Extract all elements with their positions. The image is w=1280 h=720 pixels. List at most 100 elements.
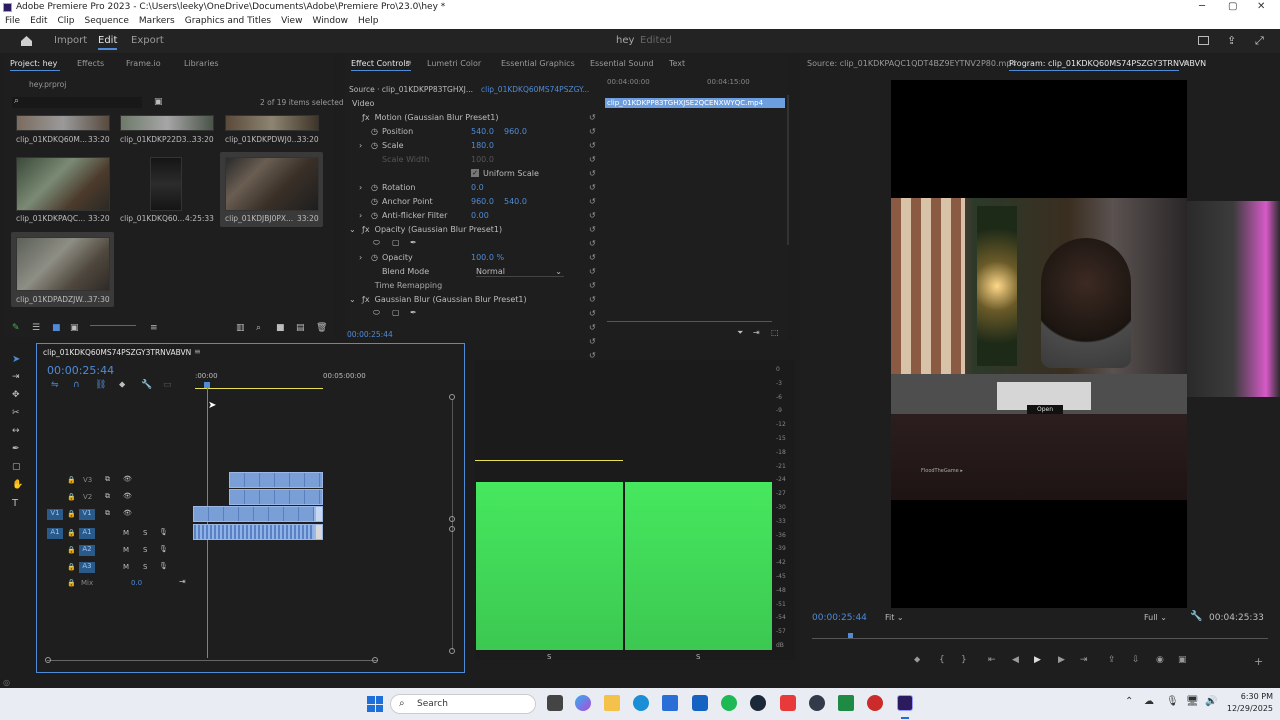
clip-thumbnail[interactable] — [150, 157, 182, 211]
clip-a1-end[interactable] — [315, 524, 323, 540]
stopwatch-icon[interactable]: ◷ — [371, 211, 378, 220]
time-remap-effect[interactable]: Time Remapping — [362, 281, 442, 290]
full-dropdown[interactable]: Full ⌄ — [1144, 613, 1167, 622]
tab-source[interactable]: Source: clip_01KDKPAQC1QDT4BZ9EYTNV2P80.… — [807, 59, 1016, 68]
collapse-icon[interactable]: ⌄ — [349, 295, 356, 304]
new-item-icon[interactable]: ▤ — [296, 323, 305, 333]
add-marker-icon[interactable]: ⬥ — [119, 380, 125, 390]
position-y[interactable]: 960.0 — [504, 127, 527, 136]
menu-clip[interactable]: Clip — [53, 15, 80, 27]
volume-icon[interactable]: 🔊 — [1205, 696, 1217, 707]
edge-icon[interactable] — [633, 695, 649, 711]
track-a1[interactable]: A1 — [79, 528, 95, 539]
program-video[interactable]: Open FloodTheGame ▸ — [891, 80, 1187, 608]
tab-lumetri[interactable]: Lumetri Color — [427, 59, 481, 68]
clip-thumbnail[interactable] — [16, 157, 110, 211]
wrench-icon[interactable]: 🔧 — [1190, 611, 1202, 622]
store-icon[interactable] — [662, 695, 678, 711]
mic-icon[interactable]: 🎙 — [159, 562, 168, 570]
clip-thumbnail[interactable] — [120, 115, 214, 131]
tab-frameio[interactable]: Frame.io — [126, 59, 161, 68]
menu-view[interactable]: View — [276, 15, 307, 27]
expand-icon[interactable]: › — [359, 211, 362, 220]
sync-icon[interactable]: ⧉ — [105, 475, 110, 484]
add-marker-icon[interactable]: ⬥ — [914, 655, 920, 665]
step-forward-icon[interactable]: ▶ — [1058, 655, 1065, 665]
stopwatch-icon[interactable]: ◷ — [371, 253, 378, 262]
play-icon[interactable]: ▶ — [1034, 655, 1041, 665]
tab-text[interactable]: Text — [669, 59, 685, 68]
excel-icon[interactable] — [838, 695, 854, 711]
clip-v2[interactable] — [229, 489, 323, 505]
trash-icon[interactable]: 🗑 — [316, 323, 327, 333]
status-icon[interactable]: ◎ — [3, 678, 10, 687]
nest-icon[interactable]: ⇋ — [51, 380, 59, 390]
stopwatch-icon[interactable]: ◷ — [371, 141, 378, 150]
mic-icon[interactable]: 🎙 — [1166, 696, 1179, 707]
sync-icon[interactable]: ⧉ — [105, 509, 110, 518]
program-timecode[interactable]: 00:00:25:44 — [812, 613, 867, 623]
compare-icon[interactable]: ▣ — [1178, 655, 1187, 665]
rotation-value[interactable]: 0.0 — [471, 183, 484, 192]
home-icon[interactable] — [20, 35, 33, 47]
panel-menu-icon[interactable]: ≡ — [1183, 58, 1190, 67]
type-tool-icon[interactable]: T — [12, 498, 18, 509]
opacity-effect[interactable]: ƒx Opacity (Gaussian Blur Preset1) — [362, 225, 502, 234]
tab-essential-sound[interactable]: Essential Sound — [590, 59, 654, 68]
minimize-button[interactable]: ─ — [1199, 1, 1205, 12]
solo-button[interactable]: S — [143, 546, 147, 554]
rectangle-tool-icon[interactable]: ▢ — [12, 462, 21, 472]
steam-icon[interactable] — [750, 695, 766, 711]
windows-start-icon[interactable] — [367, 696, 383, 712]
clip-a1[interactable] — [193, 524, 315, 540]
expand-icon[interactable]: › — [359, 183, 362, 192]
menu-window[interactable]: Window — [307, 15, 353, 27]
export-frame-icon[interactable]: ⬚ — [771, 328, 779, 337]
collapse-icon[interactable]: ⌄ — [349, 225, 356, 234]
lock-icon[interactable]: 🔒 — [67, 546, 76, 554]
jump-icon[interactable]: ⇥ — [753, 328, 760, 337]
pencil-icon[interactable]: ✎ — [12, 323, 20, 333]
app-icon[interactable] — [867, 695, 883, 711]
task-view-icon[interactable] — [547, 695, 563, 711]
rect-mask-icon[interactable]: ▢ — [392, 238, 400, 247]
snap-icon[interactable]: ∩ — [73, 380, 80, 390]
mute-button[interactable]: M — [123, 546, 129, 554]
go-to-end-icon[interactable]: ⇥ — [179, 577, 186, 586]
v-zoom-handle[interactable] — [449, 526, 455, 532]
go-to-out-icon[interactable]: ⇥ — [1080, 655, 1088, 665]
timeline-timecode[interactable]: 00:00:25:44 — [47, 364, 114, 377]
pen-mask-icon[interactable]: ✒ — [410, 238, 417, 247]
mic-icon[interactable]: 🎙 — [159, 545, 168, 553]
razor-icon[interactable]: ✂ — [12, 408, 20, 418]
solo-button[interactable]: S — [143, 529, 147, 537]
sort-icon[interactable]: ≡ — [150, 323, 158, 333]
captions-icon[interactable]: ▭ — [163, 380, 172, 390]
share-icon[interactable]: ⇪ — [1227, 34, 1236, 47]
ellipse-mask-icon[interactable]: ⬭ — [373, 238, 380, 248]
pen-mask-icon[interactable]: ✒ — [410, 308, 417, 317]
expand-icon[interactable]: › — [359, 253, 362, 262]
file-explorer-icon[interactable] — [604, 695, 620, 711]
fullscreen-icon[interactable]: ⤢ — [1255, 34, 1264, 48]
clip-thumbnail[interactable] — [16, 237, 110, 291]
menu-file[interactable]: File — [0, 15, 25, 27]
work-area-bar[interactable] — [195, 388, 323, 389]
ec-zoom-bar[interactable] — [607, 321, 772, 322]
tray-chevron-icon[interactable]: ⌃ — [1125, 696, 1133, 707]
mark-out-icon[interactable]: } — [961, 655, 967, 665]
tab-essential-graphics[interactable]: Essential Graphics — [501, 59, 575, 68]
stopwatch-icon[interactable]: ◷ — [371, 127, 378, 136]
eye-icon[interactable]: 👁 — [123, 492, 132, 500]
zoom-slider[interactable] — [90, 325, 136, 326]
tab-program[interactable]: Program: clip_01KDKQ60MS74PSZGY3TRNVABVN — [1009, 59, 1206, 68]
clock-time[interactable]: 6:30 PM — [1229, 692, 1273, 701]
outlook-icon[interactable] — [692, 695, 708, 711]
reset-icons-column[interactable]: ↺↺↺↺↺↺↺↺↺↺↺↺↺↺↺↺↺↺↺ — [589, 111, 596, 377]
camera-icon[interactable]: ◉ — [1156, 655, 1164, 665]
v-zoom-handle[interactable] — [449, 648, 455, 654]
mix-value[interactable]: 0.0 — [131, 579, 142, 587]
scale-value[interactable]: 180.0 — [471, 141, 494, 150]
export-tab[interactable]: Export — [131, 35, 164, 46]
spotify-icon[interactable] — [721, 695, 737, 711]
